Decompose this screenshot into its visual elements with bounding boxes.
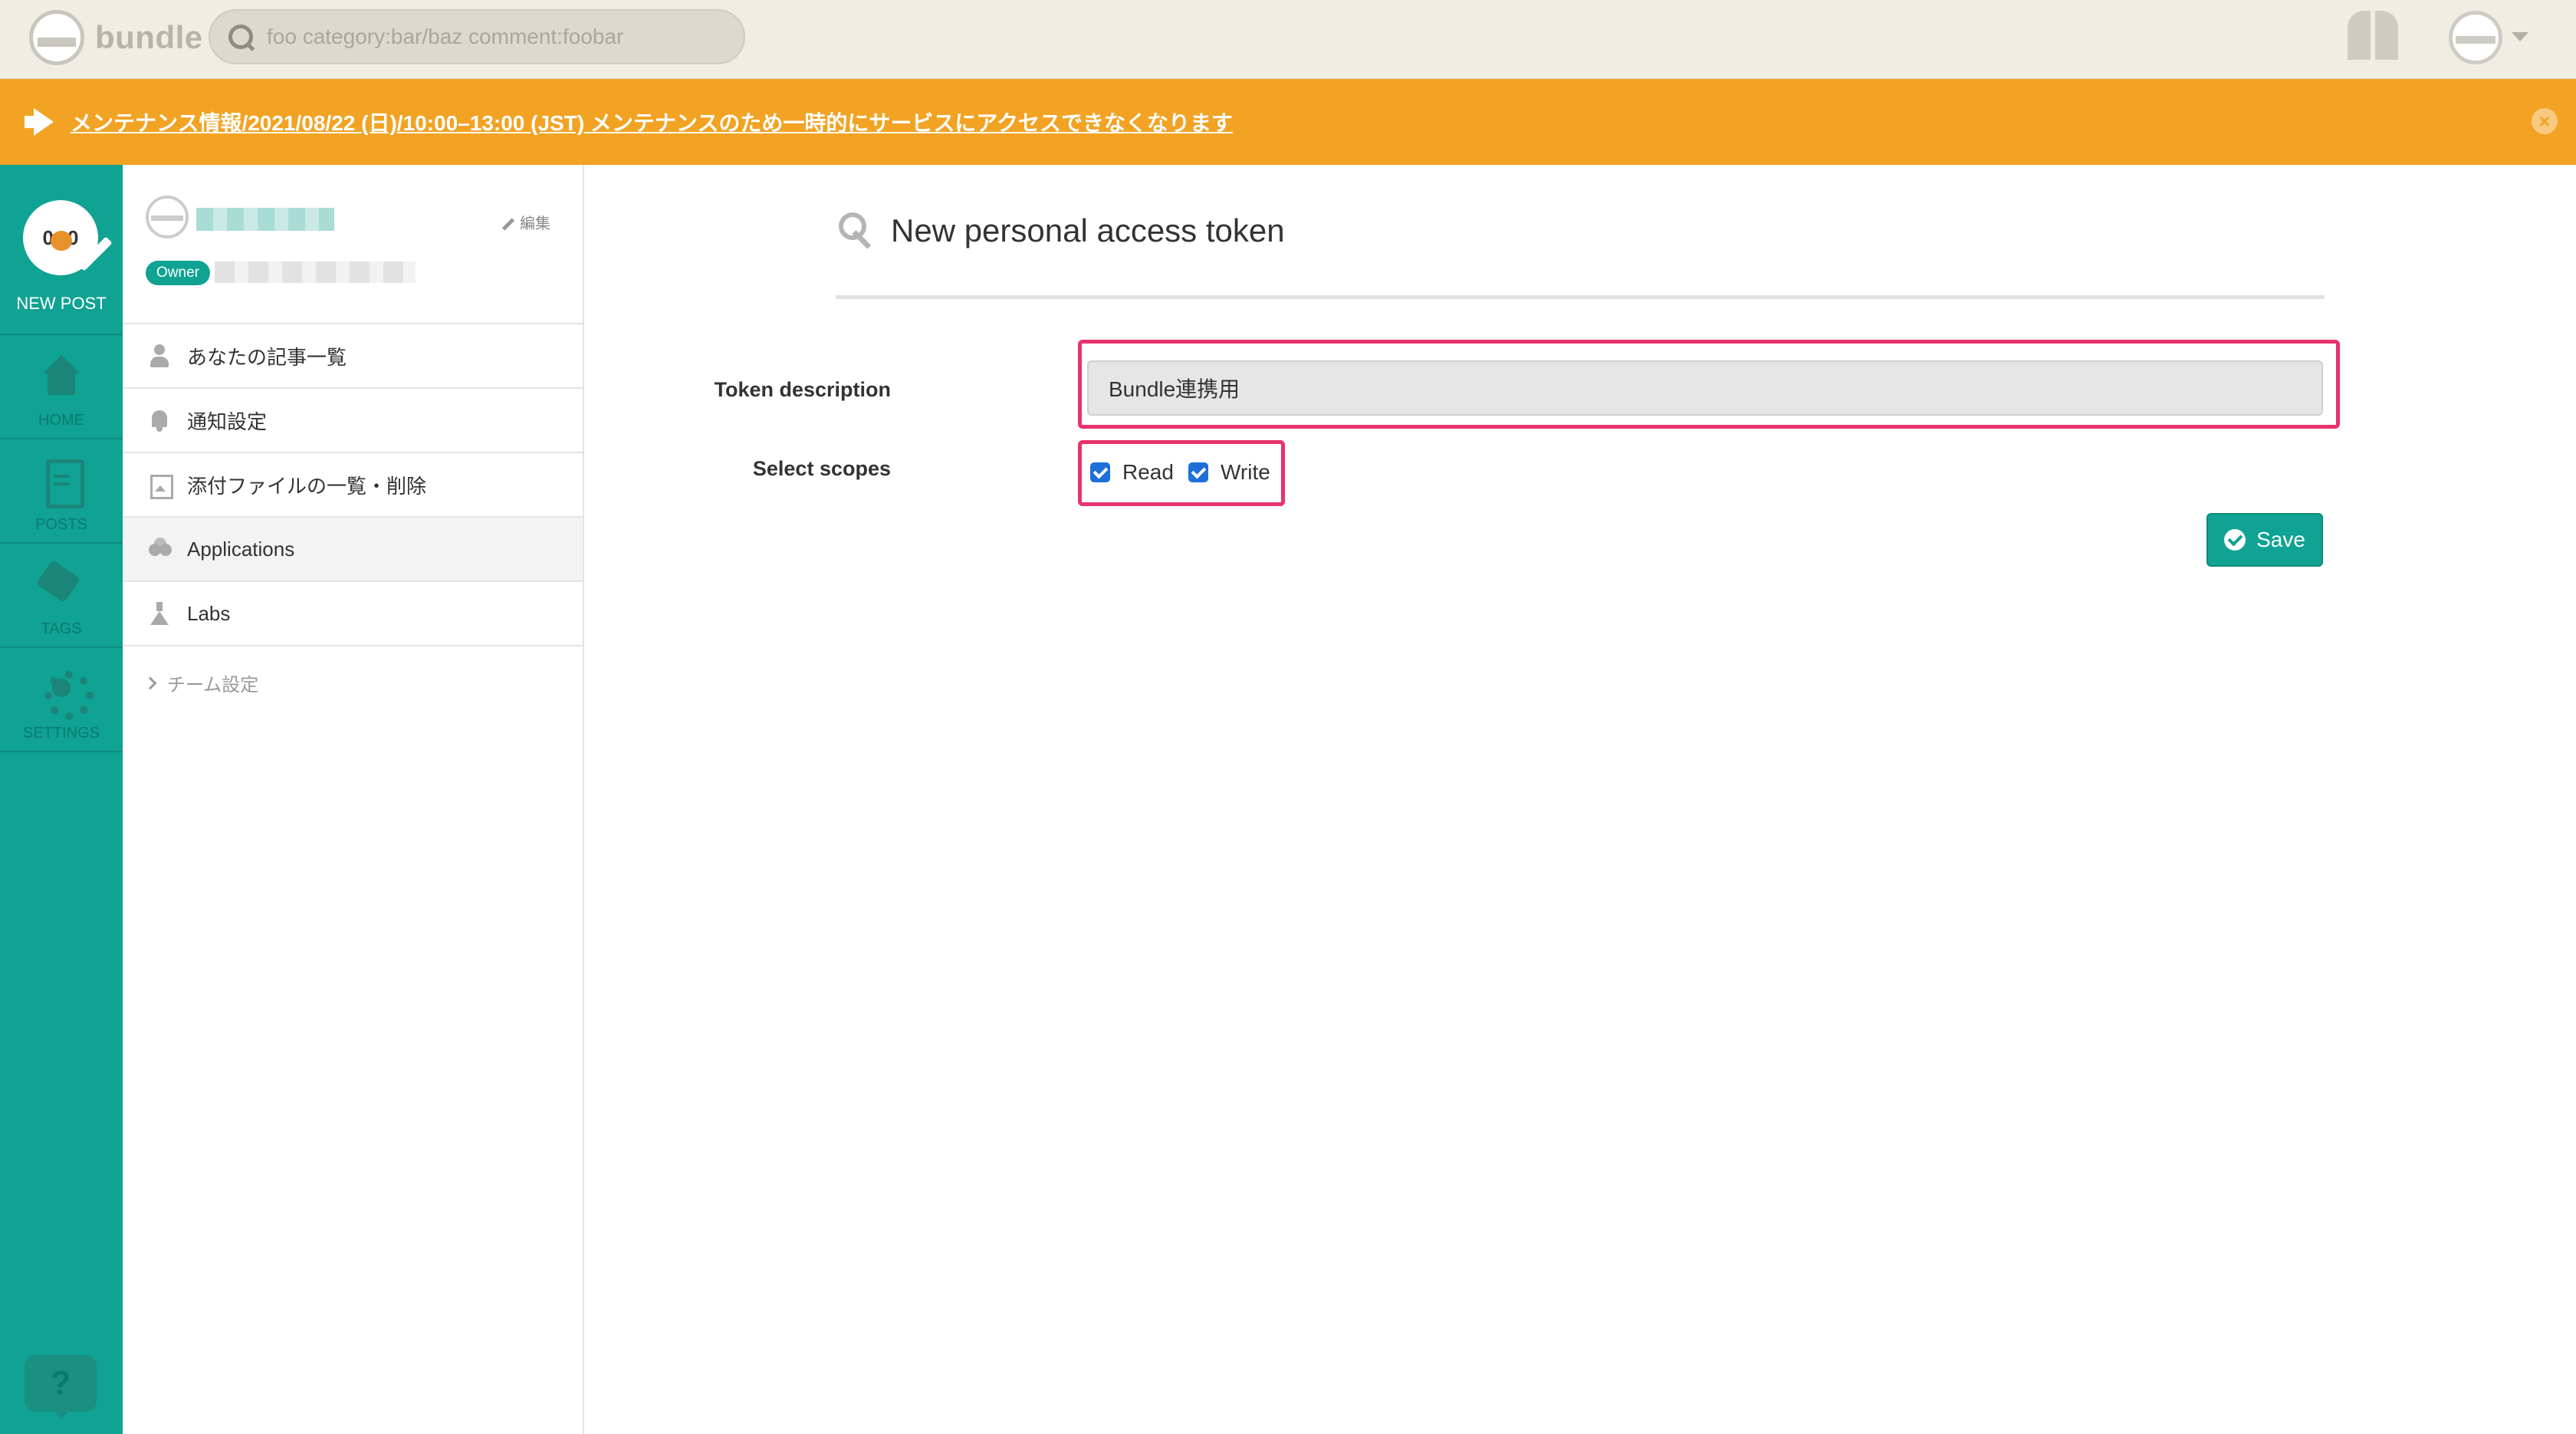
search-icon xyxy=(225,21,256,52)
rail-item-settings[interactable]: SETTINGS xyxy=(0,648,123,752)
sidebar-item-label: 通知設定 xyxy=(187,409,268,433)
check-circle-icon xyxy=(2224,529,2246,551)
flask-icon xyxy=(149,602,170,625)
search-input[interactable] xyxy=(267,25,727,49)
home-icon xyxy=(38,355,84,398)
select-scopes-label: Select scopes xyxy=(752,457,891,480)
app-name: bundle xyxy=(95,19,203,55)
profile-card: 編集 Owner xyxy=(123,165,583,324)
save-label: Save xyxy=(2256,528,2305,551)
rail-item-posts[interactable]: POSTS xyxy=(0,439,123,544)
role-badge: Owner xyxy=(146,261,210,285)
rail-label: POSTS xyxy=(35,516,87,533)
sidebar-item-label: Labs xyxy=(187,601,231,625)
token-description-label: Token description xyxy=(714,378,891,401)
bell-icon xyxy=(149,409,170,432)
main-content: New personal access token Token descript… xyxy=(584,165,2576,1434)
sidebar-item-labs[interactable]: Labs xyxy=(123,582,583,646)
image-icon xyxy=(149,473,173,499)
edit-profile-link[interactable]: 編集 xyxy=(501,211,550,233)
chevron-right-icon xyxy=(143,676,157,689)
profile-name-redacted xyxy=(196,208,334,231)
rail-label: SETTINGS xyxy=(22,725,100,742)
divider xyxy=(836,295,2325,299)
scope-write[interactable]: Write xyxy=(1188,460,1270,485)
scope-label: Read xyxy=(1122,460,1174,484)
avatar xyxy=(146,196,189,238)
sidebar-item-label: Applications xyxy=(187,537,295,561)
write-checkbox[interactable] xyxy=(1188,462,1208,482)
key-icon xyxy=(837,211,877,251)
rail-label: HOME xyxy=(38,412,84,429)
rail-item-tags[interactable]: TAGS xyxy=(0,544,123,648)
left-rail: 00 NEW POST HOME POSTS TAGS SETTINGS ? xyxy=(0,165,123,1434)
chevron-down-icon[interactable] xyxy=(2512,32,2528,41)
sidebar-item-my-posts[interactable]: あなたの記事一覧 xyxy=(123,324,583,389)
book-icon[interactable] xyxy=(2348,11,2400,60)
sidebar-item-label: 添付ファイルの一覧・削除 xyxy=(187,474,427,498)
top-bar: bundle xyxy=(0,0,2576,79)
logo-icon xyxy=(29,10,84,65)
team-settings-toggle[interactable]: チーム設定 xyxy=(143,669,259,696)
new-post-button[interactable]: 00 NEW POST xyxy=(0,165,123,335)
sidebar-item-notifications[interactable]: 通知設定 xyxy=(123,389,583,453)
pencil-icon xyxy=(501,218,515,231)
token-description-input[interactable] xyxy=(1087,360,2323,416)
app-logo[interactable]: bundle xyxy=(29,9,203,66)
user-icon xyxy=(149,344,170,367)
maintenance-banner: メンテナンス情報/2021/08/22 (日)/10:00–13:00 (JST… xyxy=(0,79,2576,165)
save-button[interactable]: Save xyxy=(2206,513,2323,567)
new-post-label: NEW POST xyxy=(16,294,107,313)
read-checkbox[interactable] xyxy=(1090,462,1110,482)
edit-label: 編集 xyxy=(520,215,550,232)
sidebar-item-label: あなたの記事一覧 xyxy=(187,345,347,369)
scope-label: Write xyxy=(1221,460,1270,484)
page-header: New personal access token xyxy=(837,211,1285,251)
rail-label: TAGS xyxy=(41,620,82,637)
search-bar[interactable] xyxy=(209,9,745,64)
apps-icon xyxy=(149,538,170,561)
sidebar-item-applications[interactable]: Applications xyxy=(123,518,583,582)
scope-read[interactable]: Read xyxy=(1090,460,1174,485)
page-title: New personal access token xyxy=(891,212,1285,248)
maintenance-link[interactable]: メンテナンス情報/2021/08/22 (日)/10:00–13:00 (JST… xyxy=(71,107,1233,137)
team-settings-label: チーム設定 xyxy=(167,675,259,696)
megaphone-icon xyxy=(21,107,58,137)
sidebar-item-attachments[interactable]: 添付ファイルの一覧・削除 xyxy=(123,453,583,518)
document-icon xyxy=(38,459,84,508)
rail-item-home[interactable]: HOME xyxy=(0,335,123,439)
settings-sidebar: 編集 Owner あなたの記事一覧 通知設定 添付ファイルの一覧・削除 Appl… xyxy=(123,165,584,1434)
help-button[interactable]: ? xyxy=(25,1355,97,1419)
tag-icon xyxy=(38,564,84,607)
close-icon[interactable]: × xyxy=(2532,108,2558,134)
profile-id-redacted xyxy=(215,261,416,283)
user-avatar[interactable] xyxy=(2449,11,2502,64)
gear-icon xyxy=(38,668,94,720)
